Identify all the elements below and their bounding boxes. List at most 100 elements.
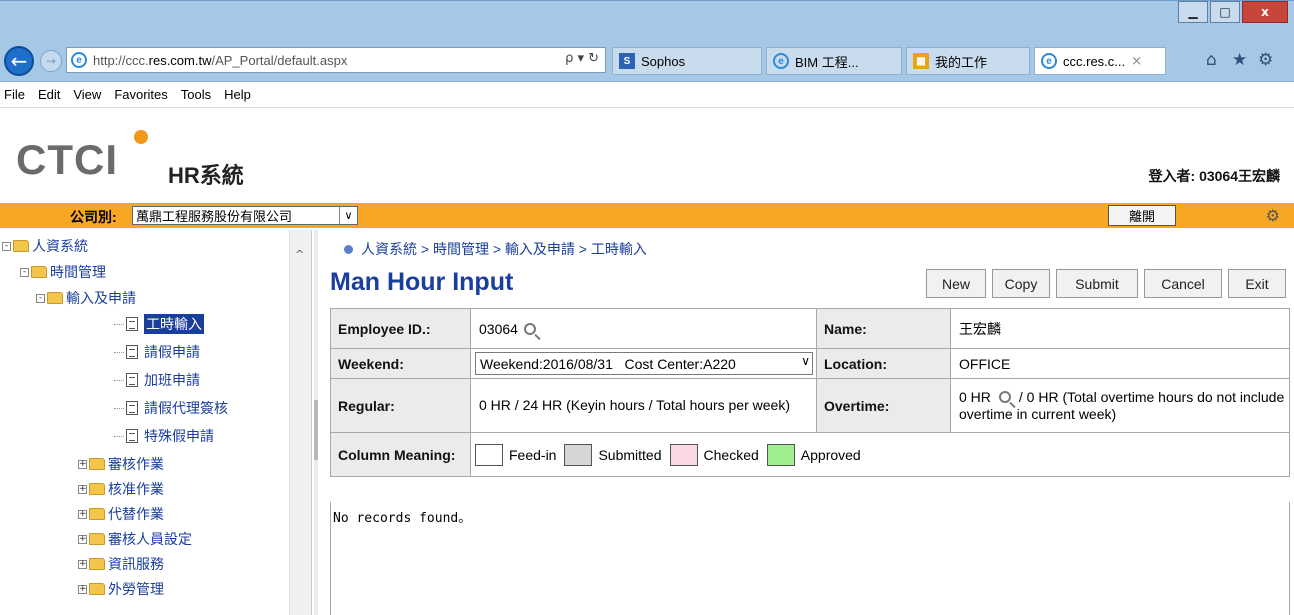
- favorites-star-icon[interactable]: ★: [1232, 50, 1247, 70]
- company-bar: 公司別: 萬鼎工程服務股份有限公司 ∨ 離開 ⚙: [0, 203, 1294, 228]
- ie-icon: e: [1041, 53, 1057, 69]
- logo-dot: [134, 130, 148, 144]
- menu-edit[interactable]: Edit: [38, 87, 60, 102]
- folder-icon: [89, 533, 105, 545]
- overtime-cell: 0 HR/ 0 HR (Total overtime hours do not …: [950, 378, 1290, 433]
- document-icon: [126, 317, 138, 331]
- chevron-down-icon[interactable]: ∨: [339, 207, 357, 224]
- address-bar[interactable]: e http://ccc. res.com.tw/AP_Portal/defaul…: [66, 47, 606, 73]
- legend-submitted: Submitted: [564, 443, 662, 466]
- tree-label: 人資系統: [32, 238, 88, 254]
- collapse-icon[interactable]: -: [2, 241, 11, 251]
- tree-item-leave-apply[interactable]: 請假申請: [114, 342, 200, 362]
- pane-splitter[interactable]: [314, 230, 318, 615]
- search-refresh-icons[interactable]: ρ ▾ ↻: [565, 51, 599, 66]
- close-window-button[interactable]: x: [1242, 1, 1288, 23]
- cancel-button[interactable]: Cancel: [1144, 269, 1222, 298]
- chevron-down-icon[interactable]: ∨: [801, 354, 810, 368]
- tree-item-reviewer-setup[interactable]: + 審核人員設定: [78, 529, 192, 549]
- legend-label: Checked: [703, 446, 759, 463]
- submit-button[interactable]: Submit: [1056, 269, 1138, 298]
- tree-item-review[interactable]: + 審核作業: [78, 454, 164, 474]
- tab-label: Sophos: [641, 53, 686, 69]
- tree-label: 外勞管理: [108, 581, 164, 597]
- leave-button[interactable]: 離開: [1108, 205, 1176, 226]
- home-icon[interactable]: ⌂: [1206, 50, 1217, 70]
- employee-id-label: Employee ID.:: [330, 308, 471, 349]
- company-select[interactable]: 萬鼎工程服務股份有限公司 ∨: [132, 206, 358, 225]
- expand-icon[interactable]: +: [78, 509, 87, 519]
- ctci-logo: CTCI: [16, 136, 118, 183]
- url-path: /AP_Portal/default.aspx: [211, 52, 348, 68]
- expand-icon[interactable]: +: [78, 484, 87, 494]
- weekend-select[interactable]: Weekend:2016/08/31 Cost Center:A220 ∨: [475, 352, 813, 375]
- tab-my-work[interactable]: ▦ 我的工作: [906, 47, 1030, 75]
- menu-tools[interactable]: Tools: [181, 87, 211, 102]
- overtime-label: Overtime:: [816, 378, 951, 433]
- search-icon[interactable]: [998, 390, 1011, 403]
- tree-item-substitute[interactable]: + 代替作業: [78, 504, 164, 524]
- tab-label: BIM 工程...: [795, 54, 859, 70]
- folder-icon: [31, 266, 47, 278]
- copy-button[interactable]: Copy: [992, 269, 1050, 298]
- tab-sophos[interactable]: S Sophos: [612, 47, 762, 75]
- menu-view[interactable]: View: [73, 87, 101, 102]
- breadcrumb: 人資系統 > 時間管理 > 輸入及申請 > 工時輸入: [344, 239, 647, 259]
- expand-icon[interactable]: +: [78, 584, 87, 594]
- new-button[interactable]: New: [926, 269, 986, 298]
- folder-icon: [89, 458, 105, 470]
- tree-item-hr-system[interactable]: - 人資系統: [2, 236, 88, 256]
- expand-icon[interactable]: +: [78, 559, 87, 569]
- tree-item-man-hour-input[interactable]: 工時輸入: [114, 314, 204, 334]
- tree-item-time-management[interactable]: - 時間管理: [20, 262, 106, 282]
- no-records-message: No records found。: [333, 511, 472, 526]
- collapse-icon[interactable]: -: [36, 293, 45, 303]
- folder-icon: [47, 292, 63, 304]
- tab-label: ccc.res.c...: [1063, 53, 1126, 69]
- company-label: 公司別:: [70, 209, 117, 225]
- name-value: 王宏麟: [950, 308, 1290, 349]
- tree-item-overtime-apply[interactable]: 加班申請: [114, 370, 200, 390]
- scroll-up-icon[interactable]: ^: [295, 248, 304, 261]
- weekend-selected-value: Weekend:2016/08/31 Cost Center:A220: [480, 355, 736, 372]
- legend-checked: Checked: [669, 443, 759, 466]
- tab-ccc-res[interactable]: e ccc.res.c... ×: [1034, 47, 1166, 75]
- tree-item-special-leave[interactable]: 特殊假申請: [114, 426, 214, 446]
- tree-label: 加班申請: [144, 372, 200, 388]
- url-prefix: http://ccc.: [93, 52, 149, 68]
- minimize-button[interactable]: ▁: [1178, 1, 1208, 23]
- tree-connector: [114, 351, 124, 353]
- window-controls: ▁ □ x: [1176, 1, 1288, 23]
- tree-item-foreign-labor[interactable]: + 外勞管理: [78, 579, 164, 599]
- forward-button[interactable]: →: [40, 50, 62, 72]
- expand-icon[interactable]: +: [78, 534, 87, 544]
- menu-favorites[interactable]: Favorites: [114, 87, 167, 102]
- bullet-icon: [344, 244, 353, 254]
- tree-scrollbar[interactable]: ^: [289, 230, 311, 615]
- legend-label: Submitted: [598, 446, 662, 463]
- tree-item-input-apply[interactable]: - 輸入及申請: [36, 288, 136, 308]
- search-icon[interactable]: [523, 322, 536, 335]
- settings-gear-icon[interactable]: ⚙: [1258, 50, 1273, 70]
- gear-icon[interactable]: ⚙: [1266, 206, 1280, 225]
- menu-bar: File Edit View Favorites Tools Help: [0, 82, 1294, 108]
- menu-file[interactable]: File: [4, 87, 25, 102]
- close-tab-icon[interactable]: ×: [1131, 54, 1142, 69]
- exit-button[interactable]: Exit: [1228, 269, 1286, 298]
- tree-item-info-service[interactable]: + 資訊服務: [78, 554, 164, 574]
- employee-id-value: 03064: [479, 320, 518, 337]
- legend-feed-in: Feed-in: [475, 443, 556, 466]
- back-button[interactable]: ←: [4, 46, 34, 76]
- system-name: HR系統: [168, 163, 244, 188]
- menu-help[interactable]: Help: [224, 87, 251, 102]
- tree-item-approve[interactable]: + 核准作業: [78, 479, 164, 499]
- document-icon: [126, 373, 138, 387]
- splitter-grip[interactable]: [314, 400, 318, 460]
- breadcrumb-text[interactable]: 人資系統 > 時間管理 > 輸入及申請 > 工時輸入: [361, 239, 647, 259]
- expand-icon[interactable]: +: [78, 459, 87, 469]
- tree-item-leave-proxy-approval[interactable]: 請假代理簽核: [114, 398, 228, 418]
- maximize-button[interactable]: □: [1210, 1, 1240, 23]
- tree-label: 請假代理簽核: [144, 400, 228, 416]
- tab-bim[interactable]: e BIM 工程...: [766, 47, 902, 75]
- collapse-icon[interactable]: -: [20, 267, 29, 277]
